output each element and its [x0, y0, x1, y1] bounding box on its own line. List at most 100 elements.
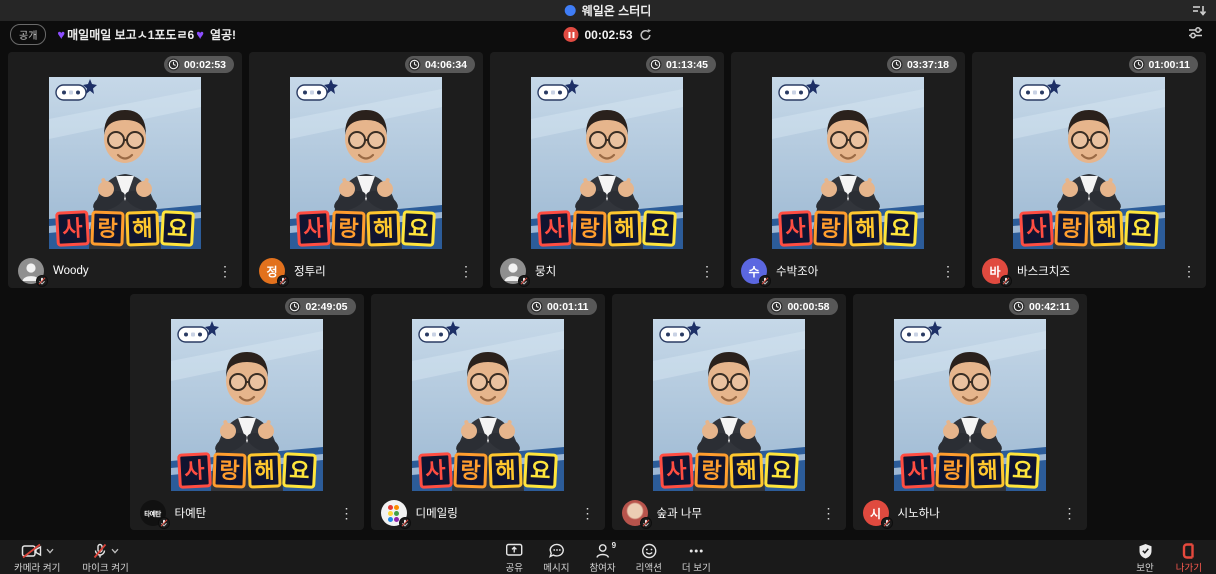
- video-caption-char: 사: [1019, 210, 1054, 247]
- avatar: 바: [982, 258, 1008, 284]
- participant-video: 사랑해요: [412, 319, 564, 491]
- more-button[interactable]: 더 보기: [676, 542, 717, 574]
- app-logo-icon: [565, 5, 576, 16]
- mic-toggle-button[interactable]: 마이크 켜기: [76, 542, 134, 574]
- grid-row-1: 00:02:53: [8, 52, 1208, 288]
- camera-dropdown-chevron-icon[interactable]: [46, 548, 54, 554]
- elapsed-time-text: 03:37:18: [907, 59, 949, 71]
- avatar: 정: [259, 258, 285, 284]
- video-caption-char: 랑: [453, 452, 487, 488]
- video-caption-char: 랑: [935, 452, 969, 488]
- video-caption: 사랑해요: [419, 453, 557, 488]
- clock-icon: [890, 58, 903, 71]
- page-title: 웨일온 스터디: [582, 2, 652, 19]
- video-caption-char: 요: [642, 210, 677, 247]
- video-caption: 사랑해요: [901, 453, 1039, 488]
- video-caption: 사랑해요: [1020, 211, 1158, 246]
- elapsed-time-text: 04:06:34: [425, 59, 467, 71]
- tile-menu-button[interactable]: ⋮: [581, 506, 595, 520]
- video-caption-char: 해: [488, 452, 522, 488]
- participants-icon: [595, 543, 610, 559]
- mic-dropdown-chevron-icon[interactable]: [111, 548, 119, 554]
- tile-menu-button[interactable]: ⋮: [1063, 506, 1077, 520]
- elapsed-time-badge: 02:49:05: [285, 298, 355, 315]
- mic-off-icon: [279, 277, 287, 285]
- tile-menu-button[interactable]: ⋮: [340, 506, 354, 520]
- avatar-flowers: [386, 505, 401, 522]
- tile-menu-button[interactable]: ⋮: [218, 264, 232, 278]
- clock-icon: [408, 58, 421, 71]
- share-button[interactable]: 공유: [499, 542, 529, 574]
- pause-record-button[interactable]: [563, 27, 578, 42]
- participant-video: 사랑해요: [171, 319, 323, 491]
- elapsed-time-text: 01:13:45: [666, 59, 708, 71]
- reaction-button[interactable]: 리액션: [630, 542, 668, 574]
- participant-video: 사랑해요: [772, 77, 924, 249]
- participant-name: 바스크치즈: [1017, 263, 1173, 279]
- clock-icon: [167, 58, 180, 71]
- participant-video: 사랑해요: [49, 77, 201, 249]
- mic-off-icon: [761, 277, 769, 285]
- video-caption-char: 랑: [90, 210, 124, 246]
- video-caption-char: 사: [177, 452, 212, 489]
- avatar: [500, 258, 526, 284]
- video-caption-char: 사: [659, 452, 694, 489]
- camera-toggle-button[interactable]: 카메라 켜기: [8, 542, 66, 574]
- video-caption-char: 랑: [331, 210, 365, 246]
- participant-tile: 03:37:18: [731, 52, 965, 288]
- tile-menu-button[interactable]: ⋮: [822, 506, 836, 520]
- participants-count: 9: [612, 541, 616, 550]
- participant-tile: 00:42:11: [853, 294, 1087, 530]
- clock-icon: [288, 300, 301, 313]
- mic-muted-badge: [518, 275, 530, 287]
- participants-button[interactable]: 9 참여자: [583, 542, 621, 574]
- video-caption-char: 사: [900, 452, 935, 489]
- video-caption-char: 요: [401, 210, 436, 247]
- mic-muted-badge: [158, 517, 170, 529]
- share-screen-icon: [505, 543, 523, 558]
- leave-button[interactable]: 나가기: [1170, 542, 1208, 574]
- elapsed-time-text: 00:01:11: [547, 301, 588, 313]
- grid-row-2: 02:49:05: [8, 294, 1208, 530]
- clock-icon: [1012, 300, 1025, 313]
- mic-muted-badge: [640, 517, 652, 529]
- video-caption-char: 해: [848, 210, 882, 246]
- avatar-label: 시: [870, 505, 881, 522]
- elapsed-time-text: 01:00:11: [1149, 59, 1190, 71]
- security-label: 보안: [1136, 560, 1153, 574]
- participant-name: 시노하나: [898, 505, 1054, 521]
- participant-name: 타예탄: [175, 505, 331, 521]
- tile-menu-button[interactable]: ⋮: [941, 264, 955, 278]
- avatar: [18, 258, 44, 284]
- camera-off-icon: [21, 543, 43, 559]
- message-button[interactable]: 메시지: [537, 542, 575, 574]
- clock-icon: [649, 58, 662, 71]
- participant-tile: 01:00:11: [972, 52, 1206, 288]
- room-title-text: 매일매일 보고ㅅ1포도ㄹ6: [67, 26, 194, 43]
- tile-menu-button[interactable]: ⋮: [1182, 264, 1196, 278]
- participant-name: Woody: [53, 265, 209, 277]
- elapsed-time-badge: 03:37:18: [887, 56, 957, 73]
- heart-icon: ♥: [57, 27, 65, 42]
- title-bar: 웨일온 스터디: [0, 0, 1216, 21]
- more-label: 더 보기: [682, 560, 711, 574]
- view-settings-button[interactable]: [1187, 24, 1204, 46]
- mic-off-icon: [401, 519, 409, 527]
- avatar-label: 바: [989, 263, 1000, 280]
- video-caption-char: 랑: [572, 210, 606, 246]
- avatar: 타예탄: [140, 500, 166, 526]
- mic-off-icon: [38, 277, 46, 285]
- video-caption-char: 해: [607, 210, 641, 246]
- tile-menu-button[interactable]: ⋮: [700, 264, 714, 278]
- security-button[interactable]: 보안: [1130, 542, 1159, 574]
- participant-video: 사랑해요: [1013, 77, 1165, 249]
- tile-menu-button[interactable]: ⋮: [459, 264, 473, 278]
- mic-off-icon: [642, 519, 650, 527]
- record-time: 00:02:53: [584, 28, 632, 42]
- video-caption-char: 요: [1005, 452, 1040, 489]
- restart-timer-button[interactable]: [639, 28, 653, 42]
- mic-muted-badge: [1000, 275, 1012, 287]
- share-label: 공유: [505, 560, 522, 574]
- avatar: [622, 500, 648, 526]
- video-caption-char: 요: [1124, 210, 1159, 247]
